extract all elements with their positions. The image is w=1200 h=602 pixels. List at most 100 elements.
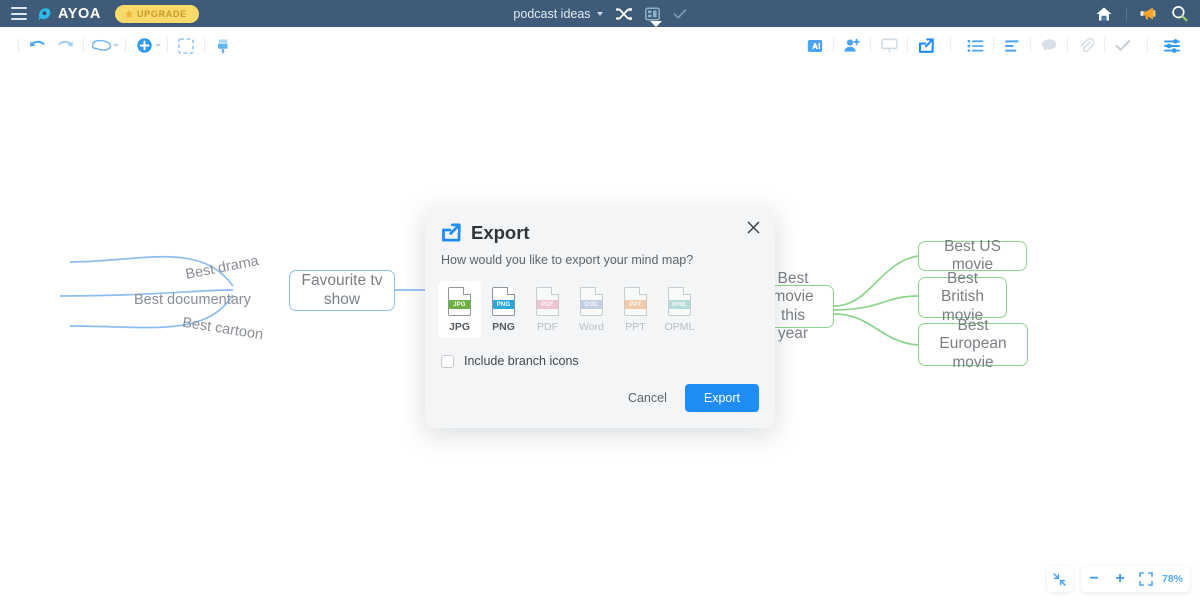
divider [204, 38, 205, 53]
zoom-controls: − + 78% [1046, 566, 1190, 592]
shuffle-icon[interactable] [615, 7, 632, 21]
divider [1030, 38, 1031, 53]
divider [1104, 38, 1105, 53]
divider [83, 38, 84, 53]
format-paint-icon[interactable] [209, 32, 237, 60]
upgrade-label: UPGRADE [136, 8, 187, 19]
format-badge: PPT [625, 300, 646, 309]
format-label: JPG [448, 321, 470, 333]
chevron-down-icon[interactable] [113, 44, 119, 47]
dialog-title: Export [471, 222, 530, 243]
format-option-ppt[interactable]: PPT PPT [614, 281, 657, 338]
checkbox-label: Include branch icons [464, 354, 579, 368]
ai-assist-icon[interactable] [801, 32, 829, 60]
checkbox-box[interactable] [441, 354, 454, 368]
board-view-icon[interactable] [644, 6, 660, 21]
format-badge: PNG [493, 300, 514, 309]
dialog-subtitle: How would you like to export your mind m… [441, 253, 694, 267]
zoom-pill: − + 78% [1080, 566, 1190, 592]
hamburger-menu-icon[interactable] [11, 7, 27, 20]
zoom-percent[interactable]: 78% [1159, 573, 1190, 585]
include-branch-icons-checkbox[interactable]: Include branch icons [425, 338, 775, 368]
upgrade-button[interactable]: UPGRADE [114, 4, 199, 23]
fit-screen-icon[interactable] [1133, 566, 1159, 592]
rocket-icon [124, 9, 133, 18]
add-node-icon[interactable] [130, 32, 158, 60]
redo-icon[interactable] [51, 32, 79, 60]
brand-name: AYOA [58, 5, 101, 22]
file-icon: PNG [492, 287, 515, 316]
fit-collapse-pill [1046, 566, 1073, 592]
format-label: Word [579, 321, 604, 333]
comment-icon[interactable] [1035, 32, 1063, 60]
format-option-opml[interactable]: OPML OPML [658, 281, 701, 338]
format-option-word[interactable]: DOC Word [570, 281, 613, 338]
zoom-in-button[interactable]: + [1107, 566, 1133, 592]
select-box-icon[interactable] [172, 32, 200, 60]
file-icon: OPML [668, 287, 691, 316]
document-title-dropdown[interactable]: podcast ideas [513, 7, 603, 21]
format-badge: PDF [537, 300, 558, 309]
file-icon: PDF [536, 287, 559, 316]
divider [1067, 38, 1068, 53]
divider [18, 38, 19, 53]
mindmap-node-favourite-tv-show[interactable]: Favourite tv show [289, 270, 395, 311]
divider [950, 38, 951, 53]
export-button[interactable]: Export [684, 384, 759, 412]
list-view-icon[interactable] [961, 32, 989, 60]
topbar-left-group: AYOA UPGRADE [0, 4, 199, 23]
mindmap-node-best-british-movie[interactable]: Best British movie [918, 270, 1007, 324]
search-icon[interactable] [1171, 5, 1188, 22]
format-label: PPT [625, 321, 646, 333]
export-icon [442, 223, 461, 242]
format-badge: OPML [669, 300, 690, 309]
ayoa-mark-icon [38, 8, 51, 20]
task-check-icon[interactable] [1109, 32, 1137, 60]
file-icon: PPT [624, 287, 647, 316]
check-icon[interactable] [673, 8, 687, 20]
branch-label[interactable]: Best documentary [134, 292, 251, 308]
ayoa-logo[interactable]: AYOA [36, 5, 101, 22]
format-label: PNG [492, 321, 515, 333]
attachment-icon[interactable] [1072, 32, 1100, 60]
cancel-button[interactable]: Cancel [624, 385, 671, 411]
divider [833, 38, 834, 53]
divider [907, 38, 908, 53]
export-icon[interactable] [912, 32, 940, 60]
home-icon[interactable] [1095, 6, 1113, 22]
format-option-pdf[interactable]: PDF PDF [526, 281, 569, 338]
divider [1126, 6, 1127, 21]
format-option-png[interactable]: PNG PNG [482, 281, 525, 338]
megaphone-icon[interactable] [1140, 6, 1158, 21]
chevron-down-icon [596, 11, 603, 16]
format-badge: DOC [581, 300, 602, 309]
add-collaborator-icon[interactable] [838, 32, 866, 60]
export-dialog: Export How would you like to export your… [425, 208, 775, 428]
dialog-header: Export [425, 208, 775, 244]
format-option-jpg[interactable]: JPG JPG [438, 281, 481, 338]
zoom-out-button[interactable]: − [1081, 566, 1107, 592]
chevron-down-icon[interactable] [155, 44, 161, 47]
branch-shape-icon[interactable] [88, 32, 116, 60]
main-toolbar [0, 27, 1200, 65]
undo-icon[interactable] [23, 32, 51, 60]
divider [1147, 38, 1148, 53]
file-icon: JPG [448, 287, 471, 316]
presentation-icon[interactable] [875, 32, 903, 60]
divider [167, 38, 168, 53]
settings-sliders-icon[interactable] [1158, 32, 1186, 60]
format-badge: JPG [449, 300, 470, 309]
ayoa-mindmap-app: AYOA UPGRADE podcast ideas Best drama Be… [0, 0, 1200, 602]
format-label: PDF [537, 321, 558, 333]
close-icon[interactable] [744, 218, 762, 236]
dialog-actions: Cancel Export [425, 368, 775, 428]
topbar-right-group [1095, 0, 1188, 27]
align-icon[interactable] [998, 32, 1026, 60]
top-bar: AYOA UPGRADE podcast ideas [0, 0, 1200, 27]
mindmap-node-best-european-movie[interactable]: Best European movie [918, 317, 1028, 371]
format-label: OPML [664, 321, 695, 333]
toolbar-left-group [14, 27, 237, 64]
collapse-fit-icon[interactable] [1047, 566, 1073, 592]
mindmap-node-best-us-movie[interactable]: Best US movie [918, 238, 1027, 273]
divider [993, 38, 994, 53]
